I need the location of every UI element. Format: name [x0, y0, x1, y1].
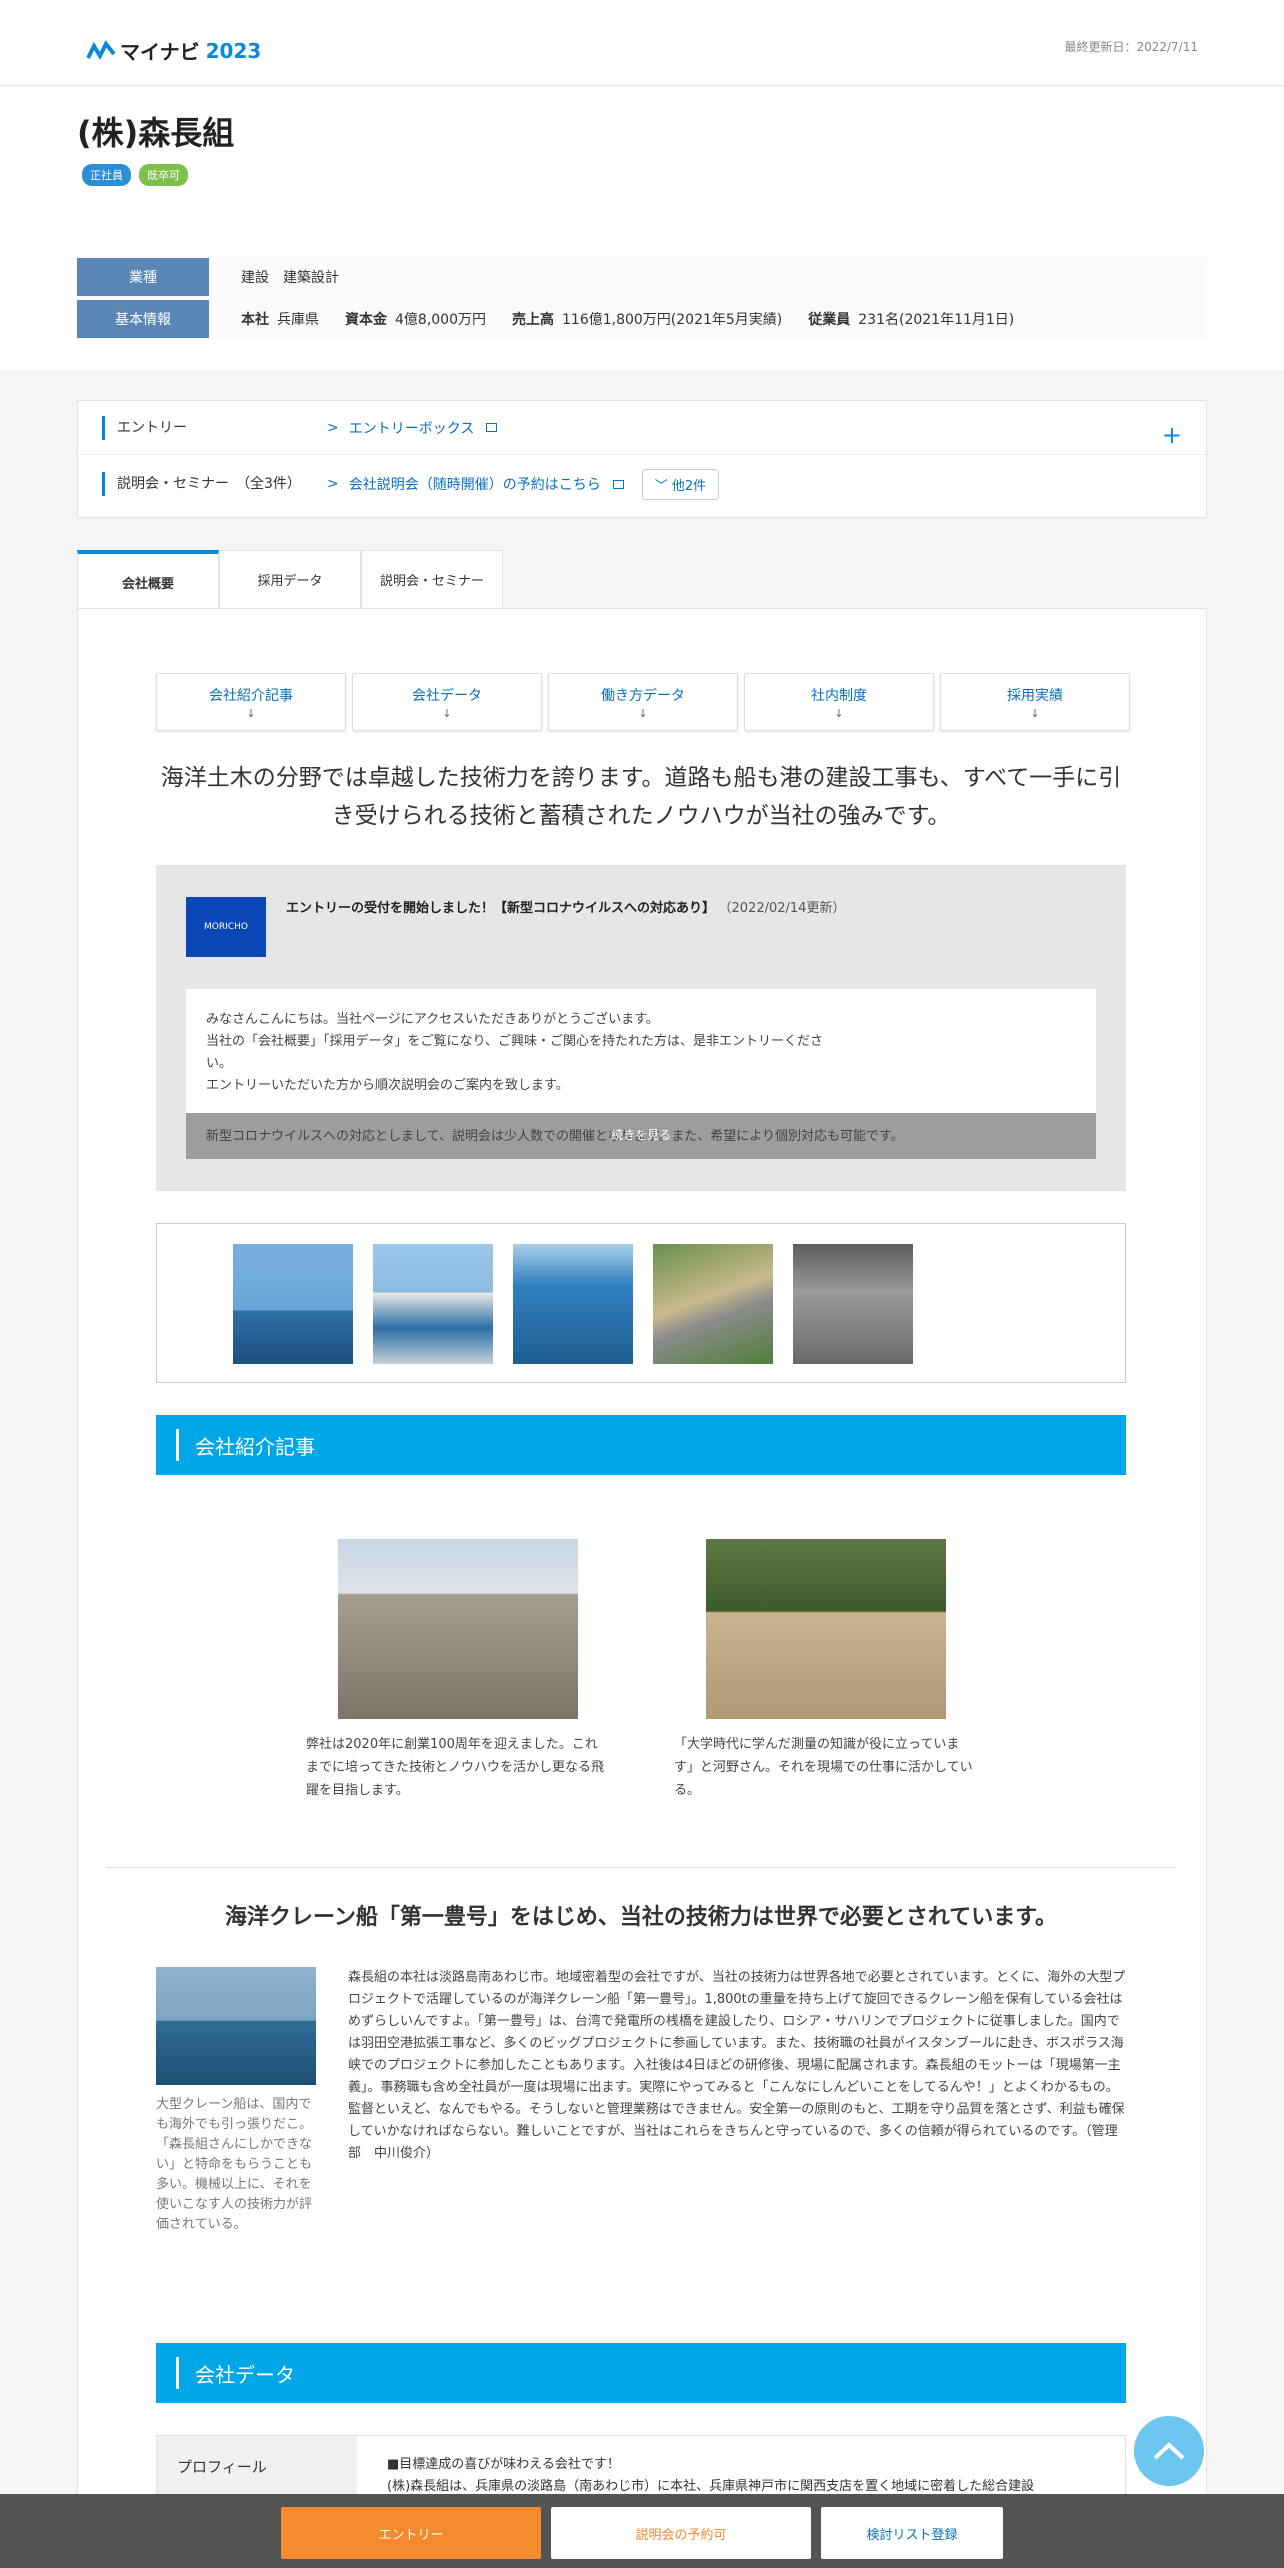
crane-ship-caption: 大型クレーン船は、国内でも海外でも引っ張りだこ。「森長組さんにしかできない」と特… — [156, 2097, 313, 2232]
industry-row: 業種 建設 建築設計 — [77, 257, 1207, 297]
seminar-row: 説明会・セミナー （全3件） > 会社説明会（随時開催）の予約はこちら ﹀ 他2件 — [78, 457, 1206, 511]
gallery-photo[interactable] — [653, 1244, 773, 1364]
section-heading-company-data: 会社データ — [156, 2343, 1126, 2403]
mynavi-logo[interactable]: マイナビ 2023 — [86, 36, 261, 65]
chevron-down-icon: ﹀ — [654, 478, 668, 494]
message-fade-text: 新型コロナウイルスへの対応としまして、説明会は少人数での開催となります。また、希… — [206, 1129, 904, 1144]
back-to-top-button[interactable] — [1134, 2416, 1204, 2486]
gallery-photo[interactable] — [513, 1244, 633, 1364]
badge-graduates-ok: 既卒可 — [139, 164, 188, 186]
seminar-reserve-button[interactable]: 説明会の予約可 — [551, 2507, 811, 2559]
message-date: （2022/02/14更新） — [725, 901, 846, 916]
company-logo: MORICHO — [186, 897, 266, 957]
anchor-company-systems[interactable]: 社内制度 ↓ — [744, 673, 934, 731]
expand-plus-icon[interactable]: + — [1162, 421, 1182, 449]
down-arrow-icon: ↓ — [638, 706, 648, 720]
content-tabs: 会社概要 採用データ 説明会・セミナー — [77, 550, 503, 610]
mynavi-logo-icon — [86, 39, 116, 60]
down-arrow-icon: ↓ — [442, 706, 452, 720]
company-header-area: マイナビ 2023 最終更新日：2022/7/11 (株)森長組 正社員 既卒可… — [0, 0, 1284, 370]
employment-badges: 正社員 既卒可 — [82, 164, 188, 186]
last-updated: 最終更新日：2022/7/11 — [1064, 40, 1198, 54]
tab-seminars[interactable]: 説明会・セミナー — [361, 550, 503, 608]
basic-label: 基本情報 — [77, 300, 209, 338]
seminar-reserve-link[interactable]: > 会社説明会（随時開催）の予約はこちら — [327, 474, 624, 494]
add-consider-list-button[interactable]: 検討リスト登録 — [821, 2507, 1003, 2559]
chevron-right-icon: > — [327, 476, 339, 492]
sales-item: 売上高 116億1,800万円(2021年5月実績) — [512, 312, 783, 328]
entry-box: エントリー > エントリーボックス 説明会・セミナー （全3件） > 会社説明会（随… — [77, 400, 1207, 518]
photo-gallery — [156, 1223, 1126, 1383]
site-header: マイナビ 2023 最終更新日：2022/7/11 — [0, 0, 1284, 86]
basic-values: 本社 兵庫県 資本金 4億8,000万円 売上高 116億1,800万円(2021年5… — [209, 309, 1014, 329]
article-photo — [338, 1539, 578, 1719]
gallery-photo[interactable] — [373, 1244, 493, 1364]
down-arrow-icon: ↓ — [1030, 706, 1040, 720]
overview-text: 森長組の本社は淡路島南あわじ市。地域密着型の会社ですが、当社の技術力は世界各地で… — [348, 1970, 1126, 2161]
anchor-hiring-results[interactable]: 採用実績 ↓ — [940, 673, 1130, 731]
basic-info-table: 業種 建設 建築設計 基本情報 本社 兵庫県 資本金 4億8,000万円 売上高 11… — [77, 257, 1207, 339]
article-photo — [706, 1539, 946, 1719]
entry-row: エントリー > エントリーボックス — [78, 401, 1206, 455]
employees-item: 従業員 231名(2021年11月1日) — [808, 312, 1015, 328]
tab-recruit-data[interactable]: 採用データ — [219, 550, 361, 608]
bottom-action-bar: エントリー 説明会の予約可 検討リスト登録 — [0, 2494, 1284, 2568]
down-arrow-icon: ↓ — [834, 706, 844, 720]
external-link-icon — [612, 479, 624, 489]
industry-label: 業種 — [77, 258, 209, 296]
anchor-company-articles[interactable]: 会社紹介記事 ↓ — [156, 673, 346, 731]
main-content: 会社紹介記事 ↓ 会社データ ↓ 働き方データ ↓ 社内制度 ↓ 採用実績 ↓ 海洋土木の… — [77, 608, 1207, 2568]
chevron-up-icon — [1153, 2442, 1185, 2460]
divider — [106, 1867, 1176, 1868]
entrybox-link[interactable]: > エントリーボックス — [327, 418, 498, 438]
message-title: エントリーの受付を開始しました！【新型コロナウイルスへの対応あり】 （2022/0… — [286, 901, 846, 916]
logo-text: マイナビ — [120, 40, 200, 64]
capital-item: 資本金 4億8,000万円 — [345, 312, 486, 328]
anchor-company-data[interactable]: 会社データ ↓ — [352, 673, 542, 731]
badge-fulltime: 正社員 — [82, 164, 131, 186]
seminar-label: 説明会・セミナー （全3件） — [102, 472, 327, 496]
anchor-nav: 会社紹介記事 ↓ 会社データ ↓ 働き方データ ↓ 社内制度 ↓ 採用実績 ↓ — [156, 673, 1130, 731]
external-link-icon — [486, 423, 498, 432]
hq-item: 本社 兵庫県 — [241, 312, 319, 328]
section-heading-articles: 会社紹介記事 — [156, 1415, 1126, 1475]
message-fade-overlay: 新型コロナウイルスへの対応としまして、説明会は少人数での開催となります。また、希… — [186, 1113, 1096, 1159]
gallery-photo[interactable] — [233, 1244, 353, 1364]
gallery-photo[interactable] — [793, 1244, 913, 1364]
entry-label: エントリー — [102, 415, 327, 440]
more-seminars-button[interactable]: ﹀ 他2件 — [641, 468, 720, 500]
industry-value: 建設 建築設計 — [241, 270, 339, 286]
article-card: 「大学時代に学んだ測量の知識が役に立っています」と河野さん。それを現場での仕事に… — [674, 1539, 974, 1802]
article-card: 弊社は2020年に創業100周年を迎えました。これまでに培ってきた技術とノウハウ… — [306, 1539, 606, 1802]
article-caption: 「大学時代に学んだ測量の知識が役に立っています」と河野さん。それを現場での仕事に… — [674, 1737, 973, 1798]
read-more-button[interactable]: 続きを見る — [611, 1126, 671, 1143]
logo-year: 2023 — [205, 38, 262, 63]
basic-row: 基本情報 本社 兵庫県 資本金 4億8,000万円 売上高 116億1,800万円(2… — [77, 299, 1207, 339]
company-name: (株)森長組 — [77, 114, 235, 152]
catch-copy: 海洋土木の分野では卓越した技術力を誇ります。道路も船も港の建設工事も、すべて一手… — [160, 765, 1122, 829]
overview-subheading: 海洋クレーン船「第一豊号」をはじめ、当社の技術力は世界で必要とされています。 — [224, 1905, 1058, 1930]
crane-ship-photo — [156, 1967, 316, 2085]
down-arrow-icon: ↓ — [246, 706, 256, 720]
chevron-right-icon: > — [327, 419, 339, 436]
message-box: MORICHO エントリーの受付を開始しました！【新型コロナウイルスへの対応あり… — [156, 865, 1126, 1191]
entry-button[interactable]: エントリー — [281, 2507, 541, 2559]
article-caption: 弊社は2020年に創業100周年を迎えました。これまでに培ってきた技術とノウハウ… — [306, 1737, 604, 1798]
anchor-workstyle-data[interactable]: 働き方データ ↓ — [548, 673, 738, 731]
tab-company-overview[interactable]: 会社概要 — [77, 550, 219, 610]
